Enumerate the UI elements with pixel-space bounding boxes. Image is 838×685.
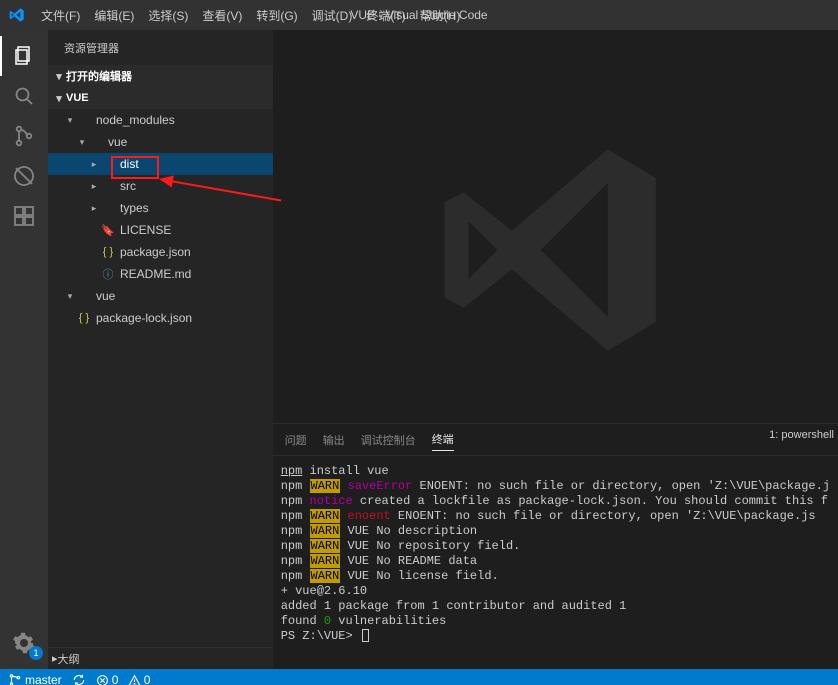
- project-section[interactable]: ▾VUE: [48, 87, 273, 109]
- status-bar: master 0 0: [0, 669, 838, 685]
- license-icon: 🔖: [100, 224, 116, 237]
- tree-item-src[interactable]: ▸src: [48, 175, 273, 197]
- tree-item-vue[interactable]: ▾vue: [48, 131, 273, 153]
- panel-tab-0[interactable]: 问题: [285, 429, 307, 451]
- json-icon: { }: [76, 312, 92, 324]
- error-count: 0: [112, 673, 119, 685]
- status-problems[interactable]: 0 0: [96, 673, 151, 685]
- activity-explorer[interactable]: [0, 36, 48, 76]
- menu-转到(G)[interactable]: 转到(G): [249, 0, 304, 30]
- terminal-selector[interactable]: 1: powershell: [769, 429, 834, 441]
- tree-item-vue[interactable]: ▾vue: [48, 285, 273, 307]
- activity-debug[interactable]: [0, 156, 48, 196]
- branch-name: master: [25, 673, 62, 685]
- menu-选择(S)[interactable]: 选择(S): [141, 0, 195, 30]
- tree-label: src: [120, 179, 136, 193]
- tree-label: package.json: [120, 245, 191, 259]
- editor-area: 问题输出调试控制台终端 1: powershell npm install vue…: [273, 30, 838, 669]
- tree-label: README.md: [120, 267, 191, 281]
- warning-count: 0: [144, 673, 151, 685]
- vscode-logo-icon: [0, 7, 34, 23]
- tree-label: dist: [120, 157, 139, 171]
- tree-item-LICENSE[interactable]: 🔖 LICENSE: [48, 219, 273, 241]
- panel-tabs: 问题输出调试控制台终端 1: powershell: [273, 424, 838, 456]
- tree-item-dist[interactable]: ▸dist: [48, 153, 273, 175]
- tree-label: LICENSE: [120, 223, 171, 237]
- activity-scm[interactable]: [0, 116, 48, 156]
- activity-search[interactable]: [0, 76, 48, 116]
- tree-item-README.md[interactable]: ⓘ README.md: [48, 263, 273, 285]
- tree-label: types: [120, 201, 149, 215]
- tree-item-node_modules[interactable]: ▾node_modules: [48, 109, 273, 131]
- tree-label: vue: [108, 135, 127, 149]
- tree-item-package-lock.json[interactable]: { } package-lock.json: [48, 307, 273, 329]
- menu-查看(V)[interactable]: 查看(V): [195, 0, 249, 30]
- tree-item-types[interactable]: ▸types: [48, 197, 273, 219]
- explorer-sidebar: 资源管理器 ▾打开的编辑器 ▾VUE ▾node_modules▾vue▸dis…: [48, 30, 273, 669]
- json-icon: { }: [100, 246, 116, 258]
- panel-tab-2[interactable]: 调试控制台: [361, 429, 416, 451]
- terminal-cursor: [362, 629, 369, 642]
- sidebar-title: 资源管理器: [48, 30, 273, 65]
- vscode-watermark-icon: [273, 130, 838, 370]
- tree-label: package-lock.json: [96, 311, 192, 325]
- bottom-panel: 问题输出调试控制台终端 1: powershell npm install vue…: [273, 423, 838, 669]
- project-label: VUE: [66, 92, 89, 104]
- outline-label: 大纲: [58, 651, 80, 667]
- panel-tab-1[interactable]: 输出: [323, 429, 345, 451]
- activity-settings[interactable]: 1: [0, 623, 48, 663]
- open-editors-label: 打开的编辑器: [66, 68, 132, 84]
- title-bar: 文件(F)编辑(E)选择(S)查看(V)转到(G)调试(D)终端(T)帮助(H)…: [0, 0, 838, 30]
- readme-icon: ⓘ: [100, 266, 116, 282]
- tree-label: node_modules: [96, 113, 175, 127]
- file-tree: ▾node_modules▾vue▸dist▸src▸types🔖LICENSE…: [48, 109, 273, 647]
- settings-badge: 1: [29, 646, 43, 660]
- terminal-output[interactable]: npm install vuenpm WARN saveError ENOENT…: [273, 456, 838, 669]
- open-editors-section[interactable]: ▾打开的编辑器: [48, 65, 273, 87]
- tree-item-package.json[interactable]: { } package.json: [48, 241, 273, 263]
- menu-文件(F)[interactable]: 文件(F): [34, 0, 87, 30]
- panel-tab-3[interactable]: 终端: [432, 428, 454, 451]
- tree-label: vue: [96, 289, 115, 303]
- activity-extensions[interactable]: [0, 196, 48, 236]
- outline-section[interactable]: ▸大纲: [48, 647, 273, 669]
- window-title: VUE - Visual Studio Code: [350, 8, 487, 22]
- activity-bar: 1: [0, 30, 48, 669]
- menu-编辑(E)[interactable]: 编辑(E): [87, 0, 141, 30]
- status-branch[interactable]: master: [8, 673, 62, 685]
- status-sync[interactable]: [72, 673, 86, 685]
